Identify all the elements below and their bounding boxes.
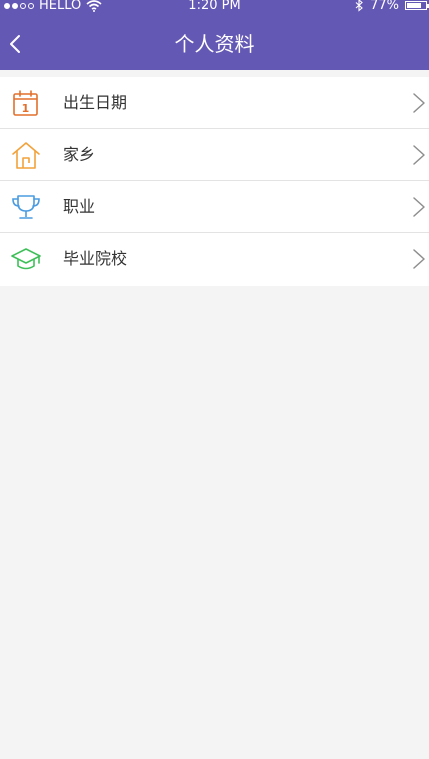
status-bar-right: 77% (355, 0, 429, 13)
navigation-bar: 个人资料 (0, 20, 429, 68)
calendar-icon: 1 (10, 87, 42, 119)
list-item-label: 毕业院校 (63, 249, 128, 268)
list-item-label: 出生日期 (63, 93, 128, 112)
page-title: 个人资料 (174, 32, 255, 56)
chevron-right-icon (412, 144, 426, 166)
list-item-school[interactable]: 毕业院校 (0, 233, 429, 286)
list-item-birthday[interactable]: 1 出生日期 (0, 77, 429, 129)
graduation-cap-icon (10, 243, 42, 275)
status-bar: HELLO 1:20 PM 77% (0, 0, 429, 14)
house-icon (10, 139, 42, 171)
list-item-occupation[interactable]: 职业 (0, 181, 429, 233)
chevron-right-icon (412, 248, 426, 270)
header: HELLO 1:20 PM 77% 个人资料 (0, 0, 429, 70)
svg-text:1: 1 (22, 102, 30, 115)
list-item-label: 职业 (63, 197, 96, 216)
battery-level (407, 3, 421, 8)
profile-list: 1 出生日期 家乡 职业 毕业院校 (0, 77, 429, 286)
chevron-right-icon (412, 92, 426, 114)
battery-icon (405, 1, 429, 10)
list-item-hometown[interactable]: 家乡 (0, 129, 429, 181)
bluetooth-icon (355, 0, 364, 12)
battery-percent: 77% (370, 0, 399, 13)
profile-screen: HELLO 1:20 PM 77% 个人资料 1 出生日期 家乡 职业 毕业院校 (0, 0, 429, 759)
chevron-right-icon (412, 196, 426, 218)
trophy-icon (10, 191, 42, 223)
list-item-label: 家乡 (63, 145, 96, 164)
